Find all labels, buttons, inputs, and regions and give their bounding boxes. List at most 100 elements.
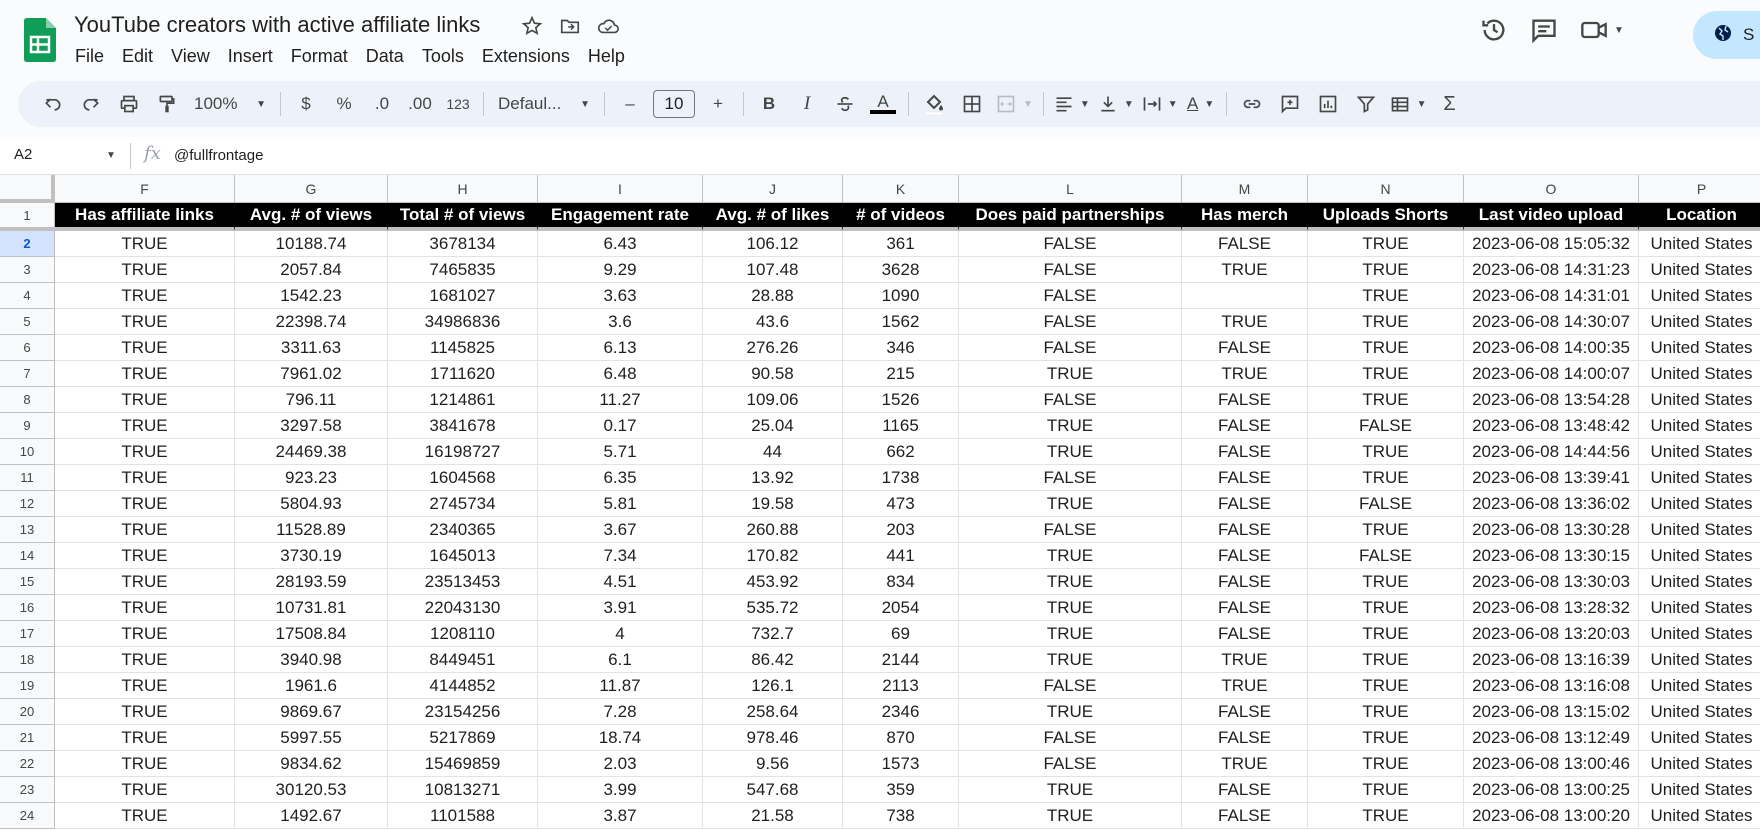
text-color-button[interactable]: A: [868, 89, 898, 119]
row-header[interactable]: 7: [0, 361, 55, 387]
table-cell[interactable]: 662: [843, 439, 959, 465]
table-cell[interactable]: 2023-06-08 13:00:20: [1464, 803, 1639, 829]
row-header[interactable]: 21: [0, 725, 55, 751]
table-cell[interactable]: 2340365: [388, 517, 538, 543]
table-cell[interactable]: 30120.53: [235, 777, 388, 803]
filter-views-icon[interactable]: ▼: [1389, 89, 1427, 119]
table-cell[interactable]: United States: [1639, 803, 1760, 829]
table-cell[interactable]: TRUE: [1182, 647, 1308, 673]
table-cell[interactable]: 2054: [843, 595, 959, 621]
table-cell[interactable]: FALSE: [1182, 803, 1308, 829]
functions-button[interactable]: Σ: [1435, 89, 1465, 119]
text-rotation-button[interactable]: A ▼: [1186, 89, 1216, 119]
row-header[interactable]: 17: [0, 621, 55, 647]
table-cell[interactable]: 2023-06-08 13:30:28: [1464, 517, 1639, 543]
table-cell[interactable]: 2113: [843, 673, 959, 699]
filter-icon[interactable]: [1351, 89, 1381, 119]
table-cell[interactable]: United States: [1639, 231, 1760, 257]
table-cell[interactable]: FALSE: [1182, 543, 1308, 569]
table-cell[interactable]: FALSE: [1182, 413, 1308, 439]
table-cell[interactable]: 453.92: [703, 569, 843, 595]
table-cell[interactable]: TRUE: [55, 465, 235, 491]
fill-color-icon[interactable]: [919, 89, 949, 119]
table-cell[interactable]: FALSE: [1182, 517, 1308, 543]
table-cell[interactable]: TRUE: [1308, 595, 1464, 621]
table-cell[interactable]: 69: [843, 621, 959, 647]
table-cell[interactable]: 2023-06-08 14:00:07: [1464, 361, 1639, 387]
table-cell[interactable]: 361: [843, 231, 959, 257]
table-cell[interactable]: TRUE: [55, 517, 235, 543]
column-header[interactable]: G: [235, 175, 388, 203]
table-cell[interactable]: 1145825: [388, 335, 538, 361]
table-cell[interactable]: 23154256: [388, 699, 538, 725]
table-cell[interactable]: 1681027: [388, 283, 538, 309]
horizontal-align-icon[interactable]: ▼: [1054, 89, 1090, 119]
table-cell[interactable]: 17508.84: [235, 621, 388, 647]
table-cell[interactable]: 44: [703, 439, 843, 465]
table-cell[interactable]: United States: [1639, 491, 1760, 517]
row-header[interactable]: 15: [0, 569, 55, 595]
table-cell[interactable]: 3.63: [538, 283, 703, 309]
column-header[interactable]: P: [1639, 175, 1760, 203]
table-cell[interactable]: 1526: [843, 387, 959, 413]
bold-button[interactable]: B: [754, 89, 784, 119]
row-header[interactable]: 24: [0, 803, 55, 829]
row-header[interactable]: 18: [0, 647, 55, 673]
table-cell[interactable]: 2023-06-08 13:30:03: [1464, 569, 1639, 595]
table-cell[interactable]: FALSE: [959, 517, 1182, 543]
italic-button[interactable]: I: [792, 89, 822, 119]
table-cell[interactable]: TRUE: [959, 361, 1182, 387]
table-cell[interactable]: 1573: [843, 751, 959, 777]
table-cell[interactable]: 9834.62: [235, 751, 388, 777]
column-header[interactable]: H: [388, 175, 538, 203]
table-cell[interactable]: TRUE: [55, 543, 235, 569]
table-cell[interactable]: 28193.59: [235, 569, 388, 595]
table-cell[interactable]: 6.35: [538, 465, 703, 491]
table-cell[interactable]: TRUE: [55, 673, 235, 699]
table-cell[interactable]: TRUE: [55, 361, 235, 387]
table-cell[interactable]: United States: [1639, 569, 1760, 595]
table-cell[interactable]: United States: [1639, 699, 1760, 725]
table-cell[interactable]: 359: [843, 777, 959, 803]
table-cell[interactable]: 1101588: [388, 803, 538, 829]
table-cell[interactable]: TRUE: [55, 647, 235, 673]
table-cell[interactable]: 1208110: [388, 621, 538, 647]
column-header[interactable]: M: [1182, 175, 1308, 203]
table-cell[interactable]: 2057.84: [235, 257, 388, 283]
share-button[interactable]: S: [1693, 11, 1760, 59]
header-cell[interactable]: Avg. # of likes: [703, 203, 843, 231]
table-cell[interactable]: 2.03: [538, 751, 703, 777]
table-cell[interactable]: TRUE: [959, 569, 1182, 595]
column-header[interactable]: I: [538, 175, 703, 203]
table-cell[interactable]: 6.43: [538, 231, 703, 257]
move-folder-icon[interactable]: [556, 12, 584, 40]
table-cell[interactable]: 13.92: [703, 465, 843, 491]
table-cell[interactable]: 3.99: [538, 777, 703, 803]
table-cell[interactable]: 473: [843, 491, 959, 517]
table-cell[interactable]: 9.56: [703, 751, 843, 777]
table-cell[interactable]: 1645013: [388, 543, 538, 569]
table-cell[interactable]: 3678134: [388, 231, 538, 257]
table-cell[interactable]: 109.06: [703, 387, 843, 413]
table-cell[interactable]: 7961.02: [235, 361, 388, 387]
table-cell[interactable]: 3.6: [538, 309, 703, 335]
header-cell[interactable]: Engagement rate: [538, 203, 703, 231]
table-cell[interactable]: 6.1: [538, 647, 703, 673]
table-cell[interactable]: 6.13: [538, 335, 703, 361]
table-cell[interactable]: TRUE: [1308, 699, 1464, 725]
table-cell[interactable]: 5.81: [538, 491, 703, 517]
table-cell[interactable]: 2023-06-08 13:20:03: [1464, 621, 1639, 647]
decrease-decimal-button[interactable]: .0: [367, 89, 397, 119]
increase-font-size-button[interactable]: +: [703, 89, 733, 119]
table-cell[interactable]: 5217869: [388, 725, 538, 751]
table-cell[interactable]: 19.58: [703, 491, 843, 517]
row-header[interactable]: 22: [0, 751, 55, 777]
table-cell[interactable]: 10731.81: [235, 595, 388, 621]
menu-insert[interactable]: Insert: [219, 44, 282, 68]
star-icon[interactable]: [518, 12, 546, 40]
table-cell[interactable]: 2144: [843, 647, 959, 673]
table-cell[interactable]: TRUE: [1182, 751, 1308, 777]
table-cell[interactable]: United States: [1639, 673, 1760, 699]
table-cell[interactable]: 11528.89: [235, 517, 388, 543]
table-cell[interactable]: 3841678: [388, 413, 538, 439]
